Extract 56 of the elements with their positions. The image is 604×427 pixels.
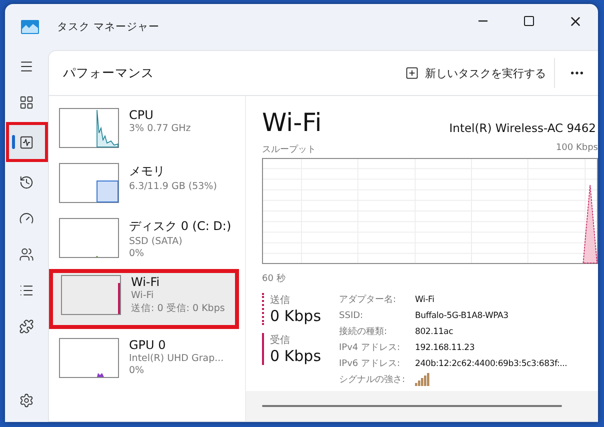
- scrollbar[interactable]: [246, 391, 598, 421]
- graph-scale: 100 Kbps: [556, 143, 598, 155]
- property-label: IPv4 アドレス:: [339, 342, 402, 355]
- detail-title: Wi-Fi: [262, 110, 322, 135]
- property-value: Buffalo-5G-B1A8-WPA3: [415, 310, 510, 323]
- property-value: 802.11ac: [415, 326, 454, 339]
- device-name: Wi-Fi: [131, 275, 161, 289]
- property-label: SSID:: [339, 310, 364, 323]
- time-span: 60 秒: [262, 272, 286, 285]
- page-title: パフォーマンス: [63, 64, 154, 82]
- new-task-button[interactable]: 新しいタスクを実行する: [397, 62, 554, 84]
- property-value: 192.168.11.23: [415, 342, 476, 355]
- usage-graph: [59, 218, 119, 258]
- adapter-name: Intel(R) Wireless-AC 9462: [449, 121, 596, 135]
- receive-label: 受信: [270, 334, 291, 347]
- property-value: 240b:12:2c62:4400:69b3:5c3:683f:...: [415, 358, 568, 371]
- add-task-icon[interactable]: [405, 66, 419, 80]
- property-value: Wi-Fi: [415, 294, 436, 307]
- device-info: SSD (SATA): [129, 236, 184, 247]
- maximize-icon[interactable]: [523, 15, 535, 27]
- activity-icon[interactable]: [19, 134, 34, 150]
- device-info: 0%: [129, 248, 146, 259]
- device-name: メモリ: [129, 163, 166, 180]
- device-info: Wi-Fi: [131, 290, 155, 301]
- users-icon[interactable]: [19, 246, 34, 262]
- device-info: Intel(R) UHD Grap...: [129, 353, 224, 364]
- device-name: CPU: [129, 108, 154, 122]
- settings-icon[interactable]: [19, 392, 34, 408]
- send-value: 0 Kbps: [270, 307, 322, 325]
- app-icon: [21, 20, 39, 34]
- activity-icon-button[interactable]: [6, 122, 48, 162]
- usage-graph: [59, 338, 119, 378]
- signal-icon: [415, 373, 432, 386]
- gauge-icon[interactable]: [19, 210, 34, 226]
- grid-icon[interactable]: [19, 94, 34, 110]
- device-name: ディスク 0 (C: D:): [129, 218, 232, 235]
- send-label: 送信: [270, 294, 291, 307]
- usage-graph: [59, 163, 119, 203]
- usage-graph: [61, 275, 121, 315]
- device-info: 0%: [129, 365, 146, 376]
- receive-value: 0 Kbps: [270, 347, 322, 365]
- property-label: アダプター名:: [339, 293, 398, 307]
- device-item[interactable]: Wi-Fi Wi-Fi 送信: 0 受信: 0 Kbps: [49, 269, 239, 329]
- usage-graph: [59, 108, 119, 148]
- window-title: タスク マネージャー: [57, 20, 160, 34]
- property-label: シグナルの強さ:: [339, 374, 406, 387]
- device-info: 6.3/11.9 GB (53%): [129, 181, 217, 192]
- property-label: IPv6 アドレス:: [339, 358, 402, 371]
- property-label: 接続の種類:: [339, 326, 388, 339]
- device-name: GPU 0: [129, 338, 167, 352]
- device-info: 送信: 0 受信: 0 Kbps: [131, 302, 225, 315]
- menu-icon[interactable]: [19, 58, 34, 74]
- graph-label: スループット: [262, 143, 316, 156]
- puzzle-icon[interactable]: [19, 318, 34, 334]
- history-icon[interactable]: [19, 174, 34, 190]
- device-info: 3% 0.77 GHz: [129, 123, 191, 134]
